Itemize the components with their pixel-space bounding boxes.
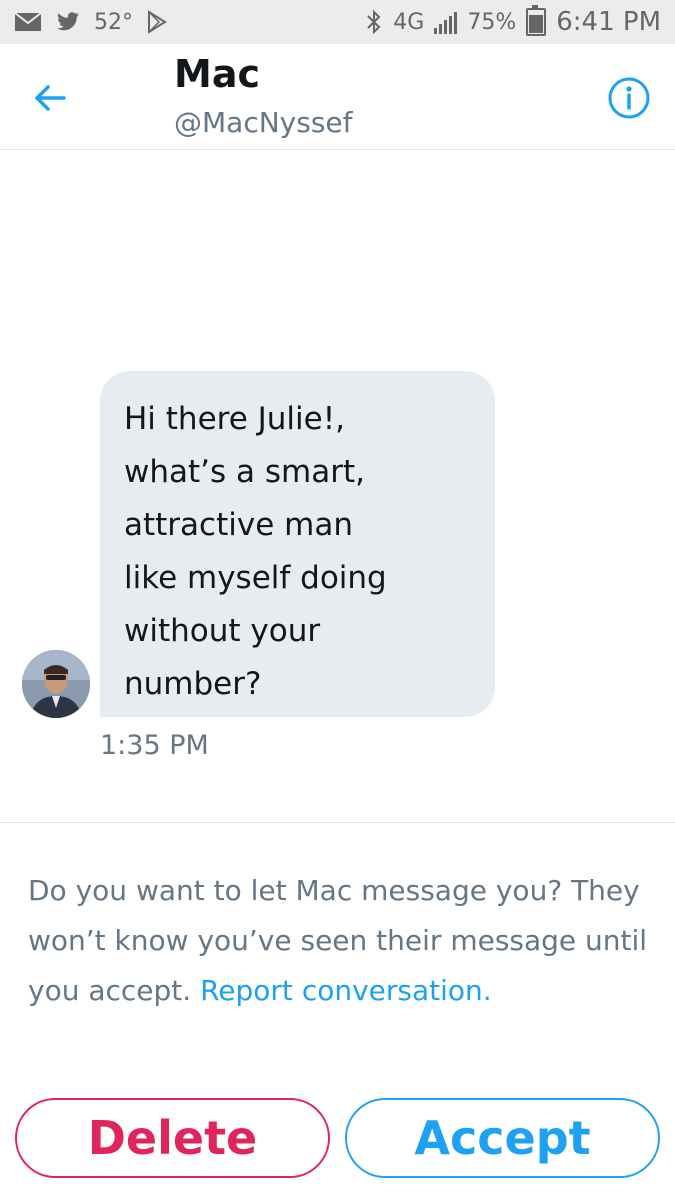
delete-button-label: Delete: [87, 1111, 258, 1165]
message-timestamp: 1:35 PM: [100, 730, 209, 761]
divider: [0, 822, 675, 823]
message-bubble[interactable]: Hi there Julie!, what’s a smart, attract…: [100, 371, 495, 717]
network-type-label: 4G: [393, 9, 425, 35]
status-bar-left: 52°: [14, 10, 169, 35]
avatar[interactable]: [22, 650, 90, 718]
arrow-left-icon[interactable]: [30, 78, 70, 118]
delete-button[interactable]: Delete: [15, 1098, 330, 1178]
contact-name: Mac: [174, 52, 260, 96]
conversation-header: Mac @MacNyssef: [0, 44, 675, 150]
info-circle-icon[interactable]: [607, 76, 651, 120]
status-bar: 52° 4G 75% 6:41 PM: [0, 0, 675, 44]
status-time-text: 6:41 PM: [556, 7, 661, 37]
battery-percent-text: 75%: [467, 9, 517, 35]
mail-icon: [14, 12, 42, 31]
play-store-icon: [148, 10, 167, 34]
temperature-text: 52°: [94, 9, 133, 35]
message-text: Hi there Julie!, what’s a smart, attract…: [124, 401, 387, 702]
signal-icon: [434, 10, 458, 34]
status-bar-right: 4G 75% 6:41 PM: [365, 5, 661, 37]
contact-handle: @MacNyssef: [174, 106, 353, 139]
bluetooth-icon: [367, 9, 381, 35]
report-conversation-link[interactable]: Report conversation.: [200, 974, 492, 1007]
twitter-bird-icon: [57, 12, 79, 31]
accept-button-label: Accept: [414, 1111, 591, 1165]
message-request-prompt: Do you want to let Mac message you? They…: [28, 866, 653, 1016]
accept-button[interactable]: Accept: [345, 1098, 660, 1178]
avatar-photo: [22, 650, 90, 718]
battery-icon: [526, 5, 547, 36]
